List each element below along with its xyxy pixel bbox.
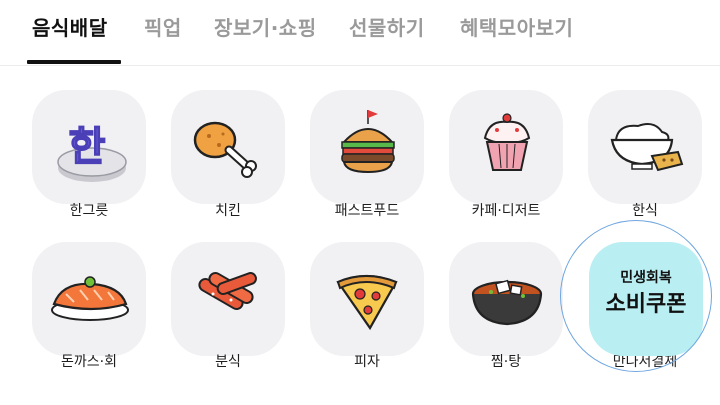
category-pay-on-meet[interactable]: 만나서결제 (585, 66, 705, 370)
category-tile[interactable] (171, 242, 285, 356)
salmon-sushi-icon (51, 276, 129, 321)
category-donkatsu-hoe[interactable]: 돈까스·회 (29, 66, 149, 370)
category-label: 찜·탕 (490, 354, 522, 370)
category-pizza[interactable]: 피자 (307, 66, 427, 370)
tab-pickup[interactable]: 픽업 (144, 12, 182, 41)
category-jjim-tang[interactable]: 찜·탕 (446, 66, 566, 370)
category-label: 돈까스·회 (61, 354, 117, 370)
tab-grocery-shopping[interactable]: 장보기·쇼핑 (214, 12, 317, 41)
category-bunsik[interactable]: 분식 (168, 66, 288, 370)
stew-pot-icon (471, 279, 543, 326)
category-tile[interactable] (310, 242, 424, 356)
pizza-slice-icon (336, 274, 398, 331)
highlight-circle (560, 220, 712, 372)
tab-food-delivery[interactable]: 음식배달 (32, 12, 108, 41)
tteokbokki-icon (198, 272, 257, 310)
active-tab-indicator (27, 60, 121, 64)
category-label: 피자 (354, 354, 380, 370)
category-tile[interactable] (449, 242, 563, 356)
category-label: 분식 (215, 354, 241, 370)
tab-benefits[interactable]: 혜택모아보기 (460, 12, 573, 41)
category-tab-bar: 음식배달 픽업 장보기·쇼핑 선물하기 혜택모아보기 (0, 0, 720, 66)
category-tile[interactable] (32, 242, 146, 356)
tab-gift[interactable]: 선물하기 (349, 12, 425, 41)
